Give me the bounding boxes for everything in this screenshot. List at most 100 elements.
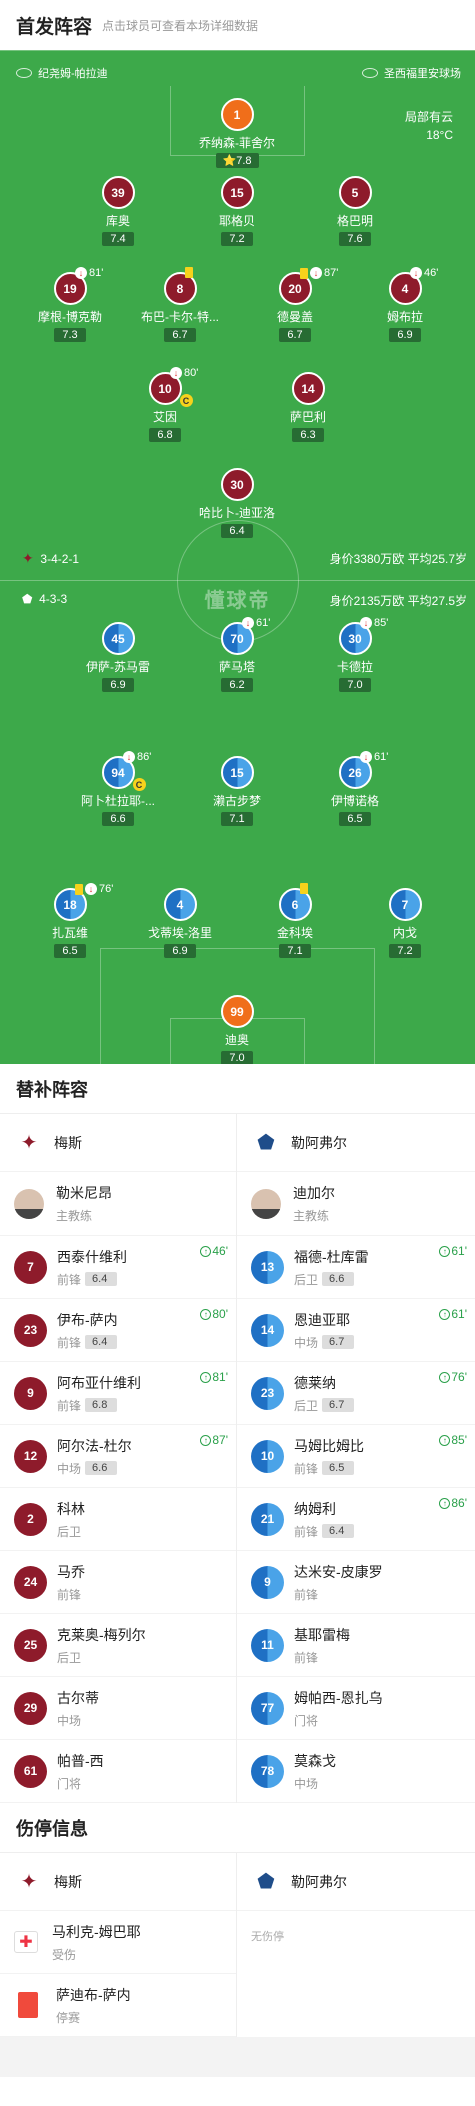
sub-player-row[interactable]: 13 福德-杜库雷 后卫 6.6 ↑ 61': [237, 1236, 475, 1299]
avatar: [251, 1188, 281, 1219]
player-events: ↓ 81': [75, 267, 103, 279]
player-events: ↓ 61': [242, 617, 270, 629]
player-number: 9: [251, 1565, 284, 1599]
home-team-row[interactable]: ✦ 梅斯: [0, 1114, 236, 1172]
player-70[interactable]: 70 ↓ 61' 萨马塔 6.2: [182, 617, 292, 693]
sub-player-row[interactable]: 9 阿布亚什维利 前锋 6.8 ↑ 81': [0, 1362, 236, 1425]
sub-player-row[interactable]: 10 马姆比姆比 前锋 6.5 ↑ 85': [237, 1425, 475, 1488]
player-18[interactable]: 18 ↓ 76' 扎瓦维 6.5: [15, 883, 125, 959]
away-venue: 圣西福里安球场: [362, 65, 461, 81]
player-name: 达米安-皮康罗: [294, 1563, 383, 1580]
sub-player-row[interactable]: 29 古尔蒂 中场: [0, 1677, 236, 1740]
player-19[interactable]: 19 ↓ 81' 摩根-博克勒 7.3: [15, 267, 125, 343]
player-rating: 7.1: [279, 944, 311, 958]
subs-title: 替补阵容: [0, 1064, 475, 1114]
player-7[interactable]: 7 内戈 7.2: [350, 888, 460, 959]
player-position: 中场: [57, 1713, 82, 1728]
player-position: 后卫: [57, 1524, 82, 1539]
player-number: 11: [251, 1628, 284, 1662]
sub-player-row[interactable]: 21 纳姆利 前锋 6.4 ↑ 86': [237, 1488, 475, 1551]
away-coach-row[interactable]: 迪加尔 主教练: [237, 1172, 475, 1236]
player-1[interactable]: 1 乔纳森-菲舍尔 ⭐7.8: [182, 98, 292, 169]
lineup-subtitle: 点击球员可查看本场详细数据: [102, 18, 259, 33]
player-30[interactable]: 30 ↓ 85' 卡德拉 7.0: [300, 617, 410, 693]
player-rating: 6.8: [85, 1398, 118, 1412]
sub-player-row[interactable]: 23 德莱纳 后卫 6.7 ↑ 76': [237, 1362, 475, 1425]
player-number: 61: [14, 1754, 47, 1788]
away-team-row[interactable]: ⬟ 勒阿弗尔: [237, 1853, 475, 1911]
player-position: 前锋: [57, 1587, 82, 1602]
player-rating: 7.2: [221, 232, 253, 246]
player-number: 10: [251, 1439, 284, 1473]
player-15[interactable]: 15 耶格贝 7.2: [182, 176, 292, 247]
player-number: 23: [251, 1376, 284, 1410]
player-number: 4: [163, 888, 197, 921]
player-rating: 6.8: [149, 428, 181, 442]
player-number: 1: [220, 98, 254, 131]
sub-player-row[interactable]: 61 帕普-西 门将: [0, 1740, 236, 1803]
yellow-card-icon: [75, 883, 83, 895]
sub-player-row[interactable]: 14 恩迪亚耶 中场 6.7 ↑ 61': [237, 1299, 475, 1362]
player-number: 21: [251, 1502, 284, 1536]
suspension-row[interactable]: 萨迪布-萨内 停赛: [0, 1974, 236, 2037]
stadium-icon: [16, 68, 32, 78]
player-position: 前锋: [294, 1650, 319, 1665]
player-number: 30: [220, 468, 254, 501]
player-4[interactable]: 4 ↓ 46' 姆布拉 6.9: [350, 267, 460, 343]
player-name: 濑古步梦: [212, 794, 261, 808]
player-position: 后卫: [57, 1650, 82, 1665]
player-6[interactable]: 6 金科埃 7.1: [240, 883, 350, 959]
player-20[interactable]: 20 ↓ 87' 德曼盖 6.7: [240, 267, 350, 343]
player-name: 伊萨-苏马雷: [86, 660, 150, 674]
yellow-card-icon: [300, 883, 308, 894]
home-team-row[interactable]: ✦ 梅斯: [0, 1853, 236, 1911]
player-name: 伊博诺格: [330, 794, 379, 808]
sub-player-row[interactable]: 2 科林 后卫: [0, 1488, 236, 1551]
pitch: 懂球帝 纪尧姆-帕拉迪 圣西福里安球场 局部有云 18°C ✦ 3-4-2-1 身…: [0, 50, 475, 1064]
sub-player-row[interactable]: 77 姆帕西-恩扎乌 门将: [237, 1677, 475, 1740]
player-name: 库奥: [105, 214, 130, 228]
sub-player-row[interactable]: 78 莫森戈 中场: [237, 1740, 475, 1803]
home-coach-row[interactable]: 勒米尼昂 主教练: [0, 1172, 236, 1236]
player-rating: 6.9: [164, 944, 196, 958]
away-team-row[interactable]: ⬟ 勒阿弗尔: [237, 1114, 475, 1172]
injury-row[interactable]: ✚ 马利克-姆巴耶 受伤: [0, 1911, 236, 1974]
player-name: 乔纳森-菲舍尔: [199, 136, 275, 150]
player-rating: 6.9: [389, 328, 421, 342]
sub-player-row[interactable]: 25 克莱奥-梅列尔 后卫: [0, 1614, 236, 1677]
player-number: 24: [14, 1565, 47, 1599]
sub-player-row[interactable]: 9 达米安-皮康罗 前锋: [237, 1551, 475, 1614]
player-8[interactable]: 8 布巴-卡尔-特... 6.7: [125, 267, 235, 343]
player-15[interactable]: 15 濑古步梦 7.1: [182, 756, 292, 827]
player-name: 扎瓦维: [51, 926, 88, 940]
player-rating: 7.6: [339, 232, 371, 246]
sub-player-row[interactable]: 24 马乔 前锋: [0, 1551, 236, 1614]
player-name: 阿布亚什维利: [57, 1374, 141, 1391]
sub-player-row[interactable]: 12 阿尔法-杜尔 中场 6.6 ↑ 87': [0, 1425, 236, 1488]
sub-on-indicator: ↑ 87': [200, 1433, 228, 1447]
sub-player-row[interactable]: 23 伊布-萨内 前锋 6.4 ↑ 80': [0, 1299, 236, 1362]
player-rating: ⭐7.8: [215, 153, 259, 168]
player-number: 45: [101, 622, 135, 655]
player-39[interactable]: 39 库奥 7.4: [63, 176, 173, 247]
player-26[interactable]: 26 ↓ 61' 伊博诺格 6.5: [300, 751, 410, 827]
player-5[interactable]: 5 格巴明 7.6: [300, 176, 410, 247]
player-rating: 6.4: [85, 1335, 118, 1349]
player-4[interactable]: 4 戈蒂埃-洛里 6.9: [125, 888, 235, 959]
player-30[interactable]: 30 哈比卜-迪亚洛 6.4: [182, 468, 292, 539]
sub-player-row[interactable]: 11 基耶雷梅 前锋: [237, 1614, 475, 1677]
away-formation-bar: ⬟ 4-3-3 身价2135万欧 平均27.5岁: [22, 592, 467, 608]
player-10[interactable]: 10 C ↓ 80' 艾因 6.8: [110, 367, 220, 443]
player-45[interactable]: 45 伊萨-苏马雷 6.9: [63, 622, 173, 693]
home-injuries: ✦ 梅斯 ✚ 马利克-姆巴耶 受伤 萨迪布-萨内 停赛: [0, 1853, 237, 2037]
player-name: 内戈: [392, 926, 417, 940]
player-94[interactable]: 94 C ↓ 86' 阿卜杜拉耶-... 6.6: [63, 751, 173, 827]
player-events: ↓ 61': [360, 751, 388, 763]
player-99[interactable]: 99 迪奥 7.0: [182, 995, 292, 1064]
player-number: 25: [14, 1628, 47, 1662]
player-name: 德莱纳: [294, 1374, 336, 1391]
player-rating: 6.7: [322, 1398, 355, 1412]
sub-off-icon: ↓: [310, 267, 322, 279]
player-14[interactable]: 14 萨巴利 6.3: [253, 372, 363, 443]
sub-player-row[interactable]: 7 西泰什维利 前锋 6.4 ↑ 46': [0, 1236, 236, 1299]
